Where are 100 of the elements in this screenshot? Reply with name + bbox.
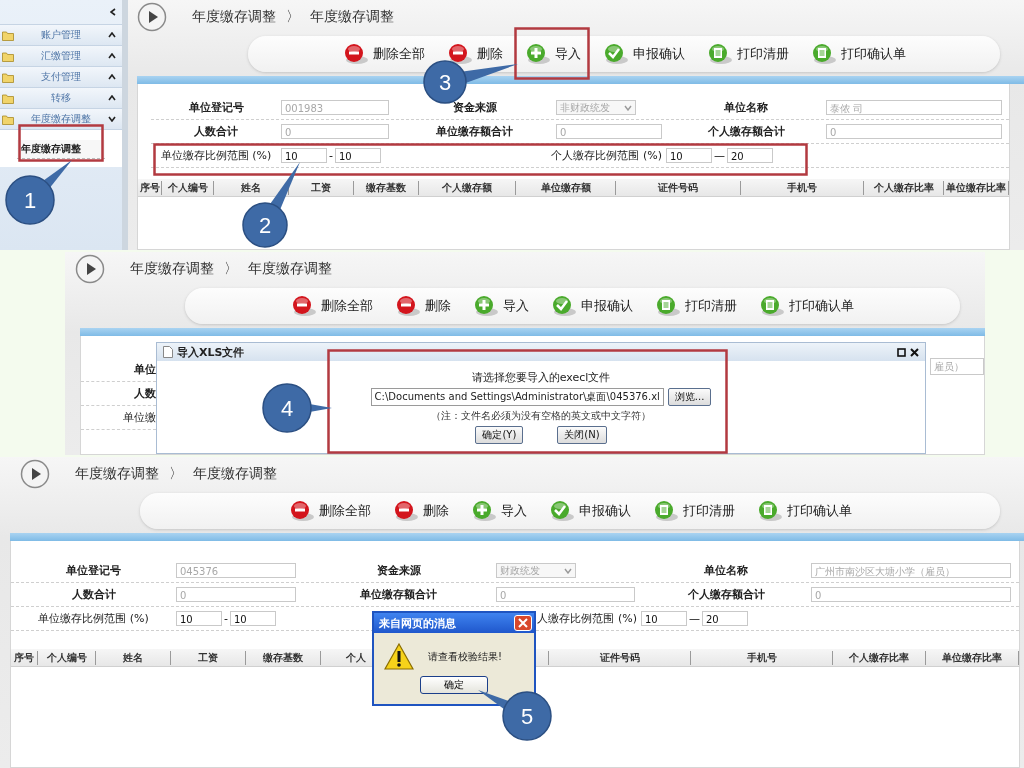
- check-icon: [548, 500, 575, 522]
- column-header: 个人缴存比率: [873, 181, 934, 193]
- file-path-field[interactable]: C:\Documents and Settings\Administrator\桌面\045376.xl: [370, 388, 664, 406]
- close-icon[interactable]: [910, 347, 919, 357]
- column-header: 序号: [139, 181, 160, 193]
- toolbar-button[interactable]: 删除: [395, 295, 451, 317]
- breadcrumb-item[interactable]: 年度缴存调整: [193, 465, 277, 483]
- breadcrumb-item[interactable]: 年度缴存调整: [130, 260, 214, 278]
- document-icon: [756, 500, 783, 522]
- breadcrumb-separator: 〉: [286, 8, 300, 26]
- column-header: 姓名: [123, 651, 143, 663]
- dialog-button[interactable]: 确定(Y): [475, 426, 524, 444]
- input-field[interactable]: 20: [702, 611, 748, 626]
- document-icon: [810, 43, 837, 65]
- toolbar-button[interactable]: 导入: [470, 500, 527, 522]
- input-field[interactable]: 20: [727, 148, 773, 163]
- check-icon: [551, 295, 577, 317]
- sidebar-item[interactable]: 账户管理: [0, 25, 122, 46]
- dialog-button[interactable]: 关闭(N): [557, 426, 607, 444]
- document-icon: [163, 346, 173, 358]
- minus-icon: [395, 295, 421, 317]
- plus-icon: [470, 500, 497, 522]
- input-field[interactable]: 10: [176, 611, 222, 626]
- document-icon: [655, 295, 681, 317]
- range-separator: -: [329, 149, 333, 162]
- field-label: 个人缴存额合计: [707, 125, 785, 138]
- toolbar-button[interactable]: 删除全部: [291, 295, 373, 317]
- range-separator: —: [689, 612, 700, 625]
- sidebar-item[interactable]: 转移: [0, 88, 122, 109]
- input-field[interactable]: 10: [281, 148, 327, 163]
- column-header: 个人编号: [167, 181, 208, 193]
- chevron-down-icon: [564, 567, 572, 574]
- toolbar-button[interactable]: 打印清册: [655, 295, 737, 317]
- breadcrumb-item[interactable]: 年度缴存调整: [192, 8, 276, 26]
- column-header: 证件号码: [658, 181, 698, 193]
- input-field[interactable]: 10: [666, 148, 712, 163]
- chevron-left-icon[interactable]: [110, 8, 116, 16]
- dialog-note: （注：文件名必须为没有空格的英文或中文字符）: [431, 409, 651, 423]
- breadcrumb-item[interactable]: 年度缴存调整: [248, 260, 332, 278]
- breadcrumb-separator: 〉: [224, 260, 238, 278]
- field-label: 人缴存比例范围 (%): [537, 612, 637, 625]
- sidebar-item[interactable]: 年度缴存调整: [0, 109, 122, 130]
- range-separator: -: [224, 612, 228, 625]
- field-label: 人数合计: [194, 125, 238, 138]
- field-label: 单位登记号: [66, 564, 121, 577]
- folder-icon: [2, 29, 14, 41]
- sidebar-item[interactable]: 汇缴管理: [0, 46, 122, 67]
- toolbar-button[interactable]: 申报确认: [548, 500, 631, 522]
- minus-icon: [392, 500, 419, 522]
- play-icon[interactable]: [20, 459, 50, 489]
- close-button[interactable]: [514, 615, 532, 631]
- maximize-icon[interactable]: [897, 347, 906, 357]
- folder-icon: [2, 92, 14, 104]
- field-label: 单位缴: [123, 410, 156, 425]
- minus-icon: [342, 43, 369, 65]
- column-header: 单位缴存额: [540, 181, 591, 193]
- input-field[interactable]: 10: [641, 611, 687, 626]
- sidebar-item[interactable]: 支付管理: [0, 67, 122, 88]
- toolbar-button[interactable]: 删除: [392, 500, 449, 522]
- message-text: 请查看校验结果!: [428, 649, 502, 664]
- column-header: 个人缴存比率: [849, 651, 909, 663]
- sidebar-subitem[interactable]: 年度缴存调整: [17, 140, 105, 159]
- toolbar-button[interactable]: 删除全部: [288, 500, 371, 522]
- field-label: 资金来源: [376, 564, 421, 577]
- toolbar-button[interactable]: 导入: [524, 43, 581, 65]
- column-header: 个人编号: [46, 651, 87, 663]
- browse-button[interactable]: 浏览...: [667, 388, 712, 406]
- field-label: 单位缴存比例范围 (%): [38, 612, 149, 625]
- field-label: 单位: [134, 362, 156, 377]
- folder-icon: [2, 113, 14, 125]
- breadcrumb-item[interactable]: 年度缴存调整: [75, 465, 159, 483]
- breadcrumb-separator: 〉: [169, 465, 183, 483]
- toolbar-button[interactable]: 打印清册: [652, 500, 735, 522]
- folder-icon: [2, 50, 14, 62]
- plus-icon: [473, 295, 499, 317]
- document-icon: [706, 43, 733, 65]
- toolbar-button[interactable]: 删除全部: [342, 43, 425, 65]
- column-header: 缴存基数: [366, 181, 406, 193]
- toolbar-button[interactable]: 导入: [473, 295, 529, 317]
- minus-icon: [446, 43, 473, 65]
- input-field[interactable]: 10: [335, 148, 381, 163]
- message-title: 来自网页的消息: [379, 615, 456, 631]
- toolbar-button[interactable]: 打印确认单: [759, 295, 854, 317]
- toolbar-button[interactable]: 申报确认: [602, 43, 685, 65]
- play-icon[interactable]: [75, 254, 105, 284]
- column-header: 缴存基数: [263, 651, 303, 663]
- field-label: 人数: [134, 386, 156, 401]
- dialog-prompt: 请选择您要导入的execl文件: [471, 370, 611, 385]
- toolbar-button[interactable]: 申报确认: [551, 295, 633, 317]
- field-label: 单位缴存比例范围 (%): [160, 149, 272, 162]
- ok-button[interactable]: 确定: [420, 676, 488, 694]
- play-icon[interactable]: [137, 2, 167, 32]
- toolbar-button[interactable]: 打印清册: [706, 43, 789, 65]
- toolbar-button[interactable]: 打印确认单: [810, 43, 906, 65]
- breadcrumb-item[interactable]: 年度缴存调整: [310, 8, 394, 26]
- input-field[interactable]: 10: [230, 611, 276, 626]
- toolbar-button[interactable]: 打印确认单: [756, 500, 852, 522]
- document-icon: [759, 295, 785, 317]
- column-header: 个人缴存额: [442, 181, 492, 193]
- column-header: 姓名: [241, 181, 261, 193]
